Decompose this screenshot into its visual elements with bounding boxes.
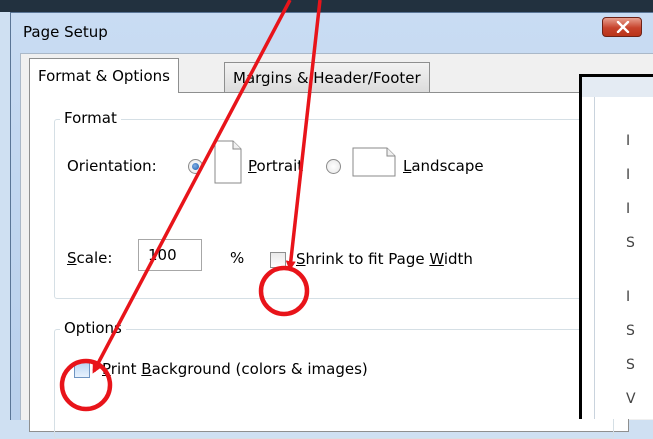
landscape-page-icon <box>352 147 396 177</box>
title-bar: Page Setup <box>11 13 653 51</box>
options-group-label: Options <box>60 319 126 337</box>
fragment-text: I <box>626 133 631 149</box>
tab-margins-header-footer[interactable]: Margins & Header/Footer <box>224 62 430 92</box>
portrait-label[interactable]: Portrait <box>248 157 303 175</box>
shrink-to-fit-label[interactable]: Shrink to fit Page Width <box>296 250 473 268</box>
background-window-strip <box>0 0 653 12</box>
landscape-label[interactable]: Landscape <box>403 157 484 175</box>
print-background-label[interactable]: Print Background (colors & images) <box>102 360 368 378</box>
scale-input[interactable]: 100 <box>138 239 202 271</box>
shrink-to-fit-checkbox[interactable] <box>270 252 286 268</box>
tab-format-options[interactable]: Format & Options <box>29 58 179 93</box>
fragment-text: S <box>626 323 635 339</box>
portrait-radio[interactable] <box>188 159 203 174</box>
overlapping-window-fragment: I I I S I S S V <box>579 74 653 419</box>
portrait-page-icon <box>214 140 242 184</box>
fragment-text: V <box>626 391 636 407</box>
format-group <box>54 119 614 299</box>
close-button[interactable] <box>602 17 642 37</box>
percent-label: % <box>230 249 245 267</box>
dialog-client-area: Format & Options Margins & Header/Footer… <box>20 53 653 439</box>
dialog-title: Page Setup <box>23 23 108 41</box>
fragment-text: I <box>626 289 631 305</box>
fragment-text: I <box>626 201 631 217</box>
tab-panel-format-options: Format Orientation: Portrait Landscape S… <box>29 92 629 439</box>
page-setup-dialog: Page Setup Format & Options Margins & He… <box>10 12 653 439</box>
print-background-checkbox[interactable] <box>74 362 90 378</box>
close-icon <box>616 21 630 33</box>
overlapping-window-header <box>582 77 653 97</box>
format-group-label: Format <box>60 109 121 127</box>
fragment-text: S <box>626 235 635 251</box>
orientation-label: Orientation: <box>67 157 157 175</box>
overlapping-window-divider <box>594 97 595 419</box>
options-group <box>54 329 614 439</box>
fragment-text: I <box>626 167 631 183</box>
fragment-text: S <box>626 357 635 373</box>
scale-label: Scale: <box>67 249 113 267</box>
landscape-radio[interactable] <box>326 159 341 174</box>
